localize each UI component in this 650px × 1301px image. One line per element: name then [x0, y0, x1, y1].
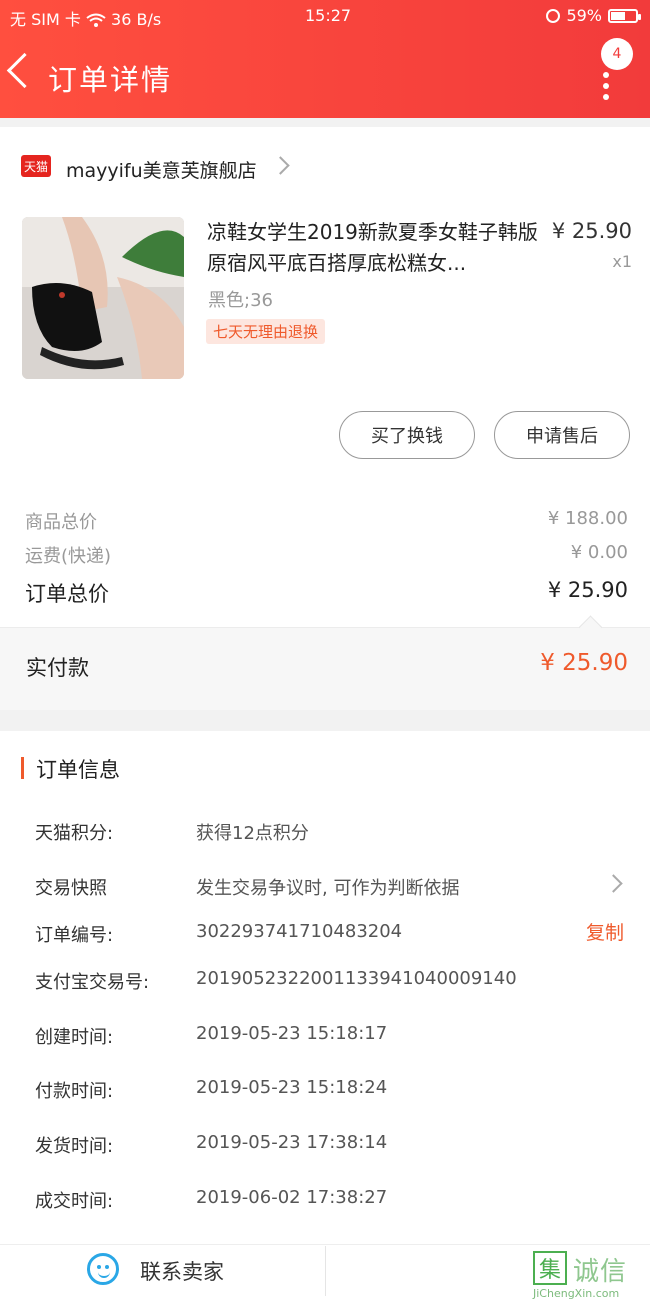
sell-exchange-button[interactable]: 买了换钱 — [339, 411, 475, 459]
contact-seller-button[interactable]: 联系卖家 — [140, 1256, 224, 1286]
completed-time-value: 2019-06-02 17:38:27 — [196, 1187, 388, 1208]
shipped-time-value: 2019-05-23 17:38:14 — [196, 1132, 388, 1153]
product-image[interactable] — [22, 217, 184, 379]
points-value: 获得12点积分 — [196, 823, 309, 844]
after-sale-button[interactable]: 申请售后 — [494, 411, 630, 459]
snapshot-value[interactable]: 发生交易争议时, 可作为判断依据 — [196, 874, 459, 900]
status-right: 59% — [546, 6, 641, 25]
shipping-label: 运费(快递) — [25, 546, 112, 567]
goods-total-row: 商品总价 ¥ 188.00 — [25, 508, 628, 534]
product-title[interactable]: 凉鞋女学生2019新款夏季女鞋子韩版原宿风平底百搭厚底松糕女... — [207, 217, 552, 279]
points-label: 天猫积分: — [35, 823, 114, 844]
order-total-value: ¥ 25.90 — [547, 578, 628, 602]
shipping-row: 运费(快递) ¥ 0.00 — [25, 542, 628, 568]
battery-fill — [611, 11, 626, 20]
bottom-divider — [325, 1246, 326, 1296]
back-arrow-icon[interactable] — [6, 52, 43, 89]
paid-time-label: 付款时间: — [35, 1081, 114, 1102]
watermark-logo: 集 诚信 JiChengXin.com — [533, 1251, 648, 1300]
return-policy-tag: 七天无理由退换 — [206, 319, 326, 344]
copy-button[interactable]: 复制 — [586, 918, 624, 945]
order-total-row: 订单总价 ¥ 25.90 — [25, 578, 628, 608]
snapshot-label[interactable]: 交易快照 — [35, 874, 107, 900]
network-speed: 36 B/s — [111, 10, 162, 29]
app-header: 无 SIM 卡 36 B/s 15:27 59% 订单详情 4 — [0, 0, 650, 118]
order-number-label: 订单编号: — [35, 925, 114, 946]
battery-percent: 59% — [566, 6, 602, 25]
watermark-text: 诚信 — [573, 1257, 628, 1287]
section-accent-bar — [21, 757, 24, 779]
page-title: 订单详情 — [48, 63, 173, 97]
created-time-label: 创建时间: — [35, 1027, 114, 1048]
shipped-time-label: 发货时间: — [35, 1136, 114, 1157]
watermark-url: JiChengXin.com — [533, 1287, 620, 1300]
actual-payment-value: ¥ 25.90 — [540, 650, 628, 676]
watermark-icon: 集 — [533, 1251, 567, 1285]
status-time: 15:27 — [305, 6, 352, 25]
tmall-logo: 天猫 — [21, 155, 51, 177]
created-time-value: 2019-05-23 15:18:17 — [196, 1023, 388, 1044]
message-count-badge[interactable]: 4 — [601, 38, 633, 70]
battery-icon — [608, 8, 641, 23]
actual-payment-label: 实付款 — [26, 656, 89, 680]
carrier-text: 无 SIM 卡 — [10, 10, 81, 29]
status-carrier: 无 SIM 卡 36 B/s — [10, 6, 161, 30]
rotation-lock-icon — [546, 8, 561, 23]
alipay-number-value: 2019052322001133941040009140 — [196, 968, 517, 989]
order-number-value: 302293741710483204 — [196, 921, 403, 942]
product-sku: 黑色;36 — [208, 290, 273, 311]
product-quantity: x1 — [612, 252, 632, 271]
order-info-title: 订单信息 — [36, 758, 120, 782]
chat-icon[interactable] — [87, 1253, 119, 1285]
paid-time-value: 2019-05-23 15:18:24 — [196, 1077, 388, 1098]
shop-name[interactable]: mayyifu美意芙旗舰店 — [66, 156, 257, 183]
completed-time-label: 成交时间: — [35, 1191, 114, 1212]
alipay-number-label: 支付宝交易号: — [35, 972, 150, 993]
shipping-value: ¥ 0.00 — [570, 542, 628, 563]
goods-total-label: 商品总价 — [25, 512, 97, 533]
wifi-icon — [86, 10, 111, 29]
goods-total-value: ¥ 188.00 — [547, 508, 628, 529]
product-price: ¥ 25.90 — [551, 219, 632, 243]
more-menu-icon[interactable] — [603, 72, 611, 105]
order-total-label: 订单总价 — [25, 582, 109, 606]
